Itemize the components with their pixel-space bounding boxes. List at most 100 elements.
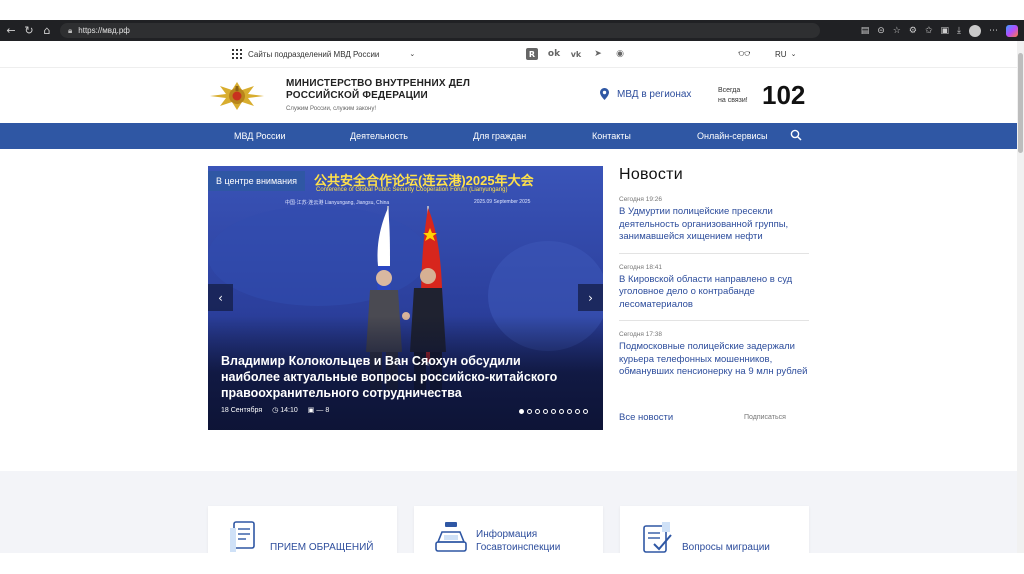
slider-dot[interactable] (567, 409, 572, 414)
news-time: Сегодня 19:26 (619, 196, 662, 203)
page-scrollbar[interactable] (1017, 41, 1024, 553)
featured-caption[interactable]: Владимир Колокольцев и Ван Сяохун обсуди… (221, 353, 581, 401)
site-header: МИНИСТЕРСТВО ВНУТРЕННИХ ДЕЛ РОССИЙСКОЙ Ф… (0, 68, 1017, 123)
profile-avatar[interactable] (969, 24, 981, 37)
extensions-icon[interactable]: ⚙ (909, 26, 917, 36)
slider-dot[interactable] (535, 409, 540, 414)
accessibility-glasses-icon[interactable]: 👓︎ (738, 49, 751, 60)
service-card-appeals[interactable]: ПРИЕМ ОБРАЩЕНИЙ (208, 506, 397, 553)
news-title[interactable]: Подмосковные полицейские задержали курье… (619, 341, 809, 379)
slider-dots (519, 409, 588, 414)
always-connected: Всегда на связи! (718, 86, 748, 106)
photo-count: — 8 (316, 406, 330, 414)
browser-toolbar: ← ↻ ⌂ 🔒︎ https://мвд.рф ▤ ⊝ ☆ ⚙ ✩ ▣ ⤓ ⋯ (0, 20, 1024, 41)
service-card-traffic-police[interactable]: Информация Госавтоинспекции (414, 506, 603, 553)
ok-icon[interactable]: ok (548, 48, 560, 60)
reload-icon[interactable]: ↻ (20, 22, 38, 40)
apps-grid-icon (232, 49, 242, 59)
chevron-down-icon: ⌄ (790, 50, 797, 58)
banner-date: 2025.09 September 2025 (474, 199, 531, 205)
rutube-icon[interactable]: R (526, 48, 538, 60)
clock-icon: ◷ (272, 406, 279, 414)
favorites-icon[interactable]: ✩ (925, 26, 933, 36)
nav-item-activity[interactable]: Деятельность (350, 131, 408, 141)
slider-dot[interactable] (575, 409, 580, 414)
ministry-title-line1: МИНИСТЕРСТВО ВНУТРЕННИХ ДЕЛ (286, 78, 471, 89)
nav-item-contacts[interactable]: Контакты (592, 131, 631, 141)
web-page: Сайты подразделений МВД России ⌄ R ok vk… (0, 41, 1017, 553)
slider-dot[interactable] (543, 409, 548, 414)
service-card-label: Вопросы миграции (682, 542, 770, 553)
ministry-title-line2: РОССИЙСКОЙ ФЕДЕРАЦИИ (286, 90, 428, 101)
slogan: Служим России, служим закону! (286, 106, 376, 112)
news-item[interactable]: Сегодня 17:38 Подмосковные полицейские з… (619, 331, 809, 388)
camera-icon: ▣ (307, 406, 315, 414)
max-icon[interactable]: ◉ (614, 48, 626, 60)
lock-icon: 🔒︎ (68, 25, 73, 35)
tracking-icon[interactable]: ⊝ (877, 26, 885, 36)
hotline-number[interactable]: 102 (762, 80, 805, 110)
browser-window: ← ↻ ⌂ 🔒︎ https://мвд.рф ▤ ⊝ ☆ ⚙ ✩ ▣ ⤓ ⋯ (0, 0, 1024, 574)
documents-icon (230, 521, 255, 552)
collections-icon[interactable]: ▣ (941, 26, 950, 36)
focus-badge: В центре внимания (208, 171, 306, 191)
nav-item-mvd-russia[interactable]: МВД России (234, 131, 286, 141)
address-bar-url: https://мвд.рф (78, 26, 130, 35)
slider-next-button[interactable]: › (578, 284, 603, 311)
slider-dot[interactable] (583, 409, 588, 414)
social-links: R ok vk ➤ ◉ (526, 48, 626, 60)
news-item[interactable]: Сегодня 18:41 В Кировской области направ… (619, 263, 809, 321)
subsites-label: Сайты подразделений МВД России (248, 49, 380, 59)
news-item[interactable]: Сегодня 19:26 В Удмуртии полицейские пре… (619, 196, 809, 254)
regions-label: МВД в регионах (617, 88, 692, 100)
always-line1: Всегда (718, 87, 741, 94)
slider-prev-button[interactable]: ‹ (208, 284, 233, 311)
scrollbar-thumb[interactable] (1018, 53, 1023, 153)
ministry-title[interactable]: МИНИСТЕРСТВО ВНУТРЕННИХ ДЕЛ РОССИЙСКОЙ Ф… (286, 78, 470, 112)
address-bar[interactable]: 🔒︎ https://мвд.рф (60, 23, 820, 38)
service-card-migration[interactable]: Вопросы миграции (620, 506, 809, 553)
news-time: Сегодня 17:38 (619, 331, 662, 338)
download-icon[interactable]: ⤓ (957, 26, 961, 36)
nav-item-online-services[interactable]: Онлайн-сервисы (697, 131, 768, 141)
banner-location: 中国·江苏·连云港 Lianyungang, Jiangsu, China (285, 200, 390, 206)
slider-dot[interactable] (551, 409, 556, 414)
reader-view-icon[interactable]: ▤ (861, 26, 870, 36)
service-card-label: ПРИЕМ ОБРАЩЕНИЙ (270, 542, 374, 553)
search-icon[interactable] (790, 129, 802, 141)
language-label: RU (775, 50, 787, 59)
back-icon[interactable]: ← (2, 22, 20, 40)
more-menu-icon[interactable]: ⋯ (989, 26, 998, 36)
news-heading: Новости (619, 166, 684, 183)
police-car-icon (435, 522, 467, 552)
always-line2: на связи! (718, 97, 748, 104)
subscribe-link[interactable]: Подписаться (744, 414, 786, 421)
news-time: Сегодня 18:41 (619, 263, 662, 271)
favorite-star-icon[interactable]: ☆ (893, 26, 901, 36)
window-top-margin (0, 0, 1024, 20)
nav-item-for-citizens[interactable]: Для граждан (473, 131, 526, 141)
banner-subtitle: Conference of Global Public Security Coo… (316, 187, 508, 193)
chevron-down-icon: ⌄ (409, 50, 416, 58)
slider-dot[interactable] (527, 409, 532, 414)
mvd-emblem-icon[interactable] (208, 80, 266, 112)
home-icon[interactable]: ⌂ (38, 22, 56, 40)
copilot-icon[interactable] (1006, 24, 1018, 37)
telegram-icon[interactable]: ➤ (592, 48, 604, 60)
featured-slider[interactable]: 公共安全合作论坛(连云港)2025年大会 Conference of Globa… (208, 166, 603, 430)
regions-link[interactable]: МВД в регионах (600, 88, 691, 100)
news-panel: Новости Сегодня 19:26 В Удмуртии полицей… (619, 166, 809, 423)
news-title[interactable]: В Кировской области направлено в суд уго… (619, 274, 809, 312)
slider-dot[interactable] (519, 409, 524, 414)
vk-icon[interactable]: vk (570, 48, 582, 60)
slider-dot[interactable] (559, 409, 564, 414)
featured-time: 14:10 (280, 406, 298, 414)
location-pin-icon (600, 88, 609, 100)
featured-meta: 18 Сентября ◷ 14:10 ▣ — 8 (221, 406, 329, 414)
language-selector[interactable]: RU ⌄ (775, 50, 796, 59)
news-title[interactable]: В Удмуртии полицейские пресекли деятельн… (619, 206, 809, 244)
featured-date: 18 Сентября (221, 406, 263, 414)
subsites-dropdown[interactable]: Сайты подразделений МВД России ⌄ (232, 49, 415, 59)
service-card-label: Информация Госавтоинспекции (476, 529, 561, 553)
utility-bar: Сайты подразделений МВД России ⌄ R ok vk… (0, 41, 1017, 68)
